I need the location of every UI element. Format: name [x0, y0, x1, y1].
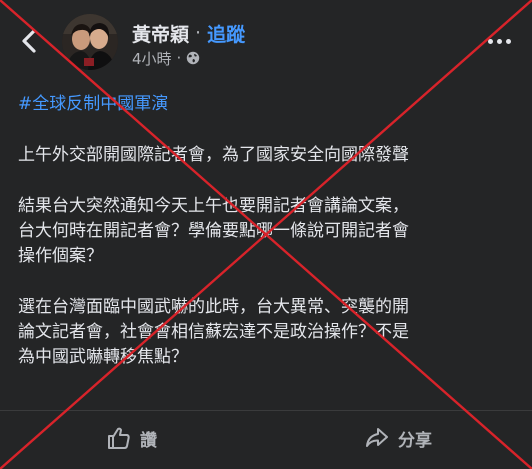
follow-button[interactable]: 追蹤 — [207, 20, 245, 47]
paragraph: 結果台大突然通知今天上午也要開記者會講論文案， 台大何時在開記者會？學倫要點哪一… — [18, 194, 523, 269]
text-line: 選在台灣面臨中國武嚇的此時，台大異常、突襲的開 — [18, 297, 409, 317]
more-dot-icon — [497, 38, 502, 44]
author-name[interactable]: 黃帝穎 — [132, 20, 189, 47]
author-row: 黃帝穎 · 追蹤 — [132, 20, 245, 46]
action-bar: 讚 分享 — [0, 410, 532, 466]
meta-separator: · — [176, 49, 182, 67]
more-options-button[interactable] — [488, 34, 518, 48]
text-line: 論文記者會，社會會相信蘇宏達不是政治操作？不是 — [18, 322, 409, 342]
post-time[interactable]: 4小時 — [132, 48, 172, 69]
chevron-left-icon — [22, 29, 36, 53]
like-label: 讚 — [140, 430, 157, 451]
facebook-post: 黃帝穎 · 追蹤 4小時 · #全球反制中國軍演 上午外交部開國際記者會，為了國… — [0, 0, 532, 469]
text-line: 上午外交部開國際記者會，為了國家安全向國際發聲 — [18, 145, 409, 165]
like-button[interactable]: 讚 — [106, 423, 157, 453]
paragraph: 選在台灣面臨中國武嚇的此時，台大異常、突襲的開 論文記者會，社會會相信蘇宏達不是… — [18, 295, 523, 370]
text-line: 結果台大突然通知今天上午也要開記者會講論文案， — [18, 196, 409, 216]
text-line: 為中國武嚇轉移焦點？ — [18, 347, 188, 367]
avatar-photo — [62, 14, 118, 70]
post-meta: 4小時 · — [132, 48, 200, 68]
share-button[interactable]: 分享 — [364, 423, 432, 453]
back-button[interactable] — [18, 28, 40, 54]
text-line: 操作個案？ — [18, 246, 103, 266]
hashtag-link[interactable]: #全球反制中國軍演 — [18, 92, 523, 117]
paragraph: 上午外交部開國際記者會，為了國家安全向國際發聲 — [18, 143, 523, 168]
more-dot-icon — [506, 38, 511, 44]
avatar[interactable] — [62, 14, 118, 70]
post-header: 黃帝穎 · 追蹤 4小時 · — [0, 0, 532, 80]
globe-icon — [187, 51, 200, 65]
text-line: 台大何時在開記者會？學倫要點哪一條說可開記者會 — [18, 221, 409, 241]
thumbs-up-icon — [108, 427, 130, 449]
post-body: #全球反制中國軍演 上午外交部開國際記者會，為了國家安全向國際發聲 結果台大突然… — [18, 92, 523, 370]
share-arrow-icon — [366, 428, 388, 447]
share-label: 分享 — [398, 430, 432, 451]
more-dot-icon — [488, 38, 493, 44]
name-separator: · — [195, 22, 202, 44]
